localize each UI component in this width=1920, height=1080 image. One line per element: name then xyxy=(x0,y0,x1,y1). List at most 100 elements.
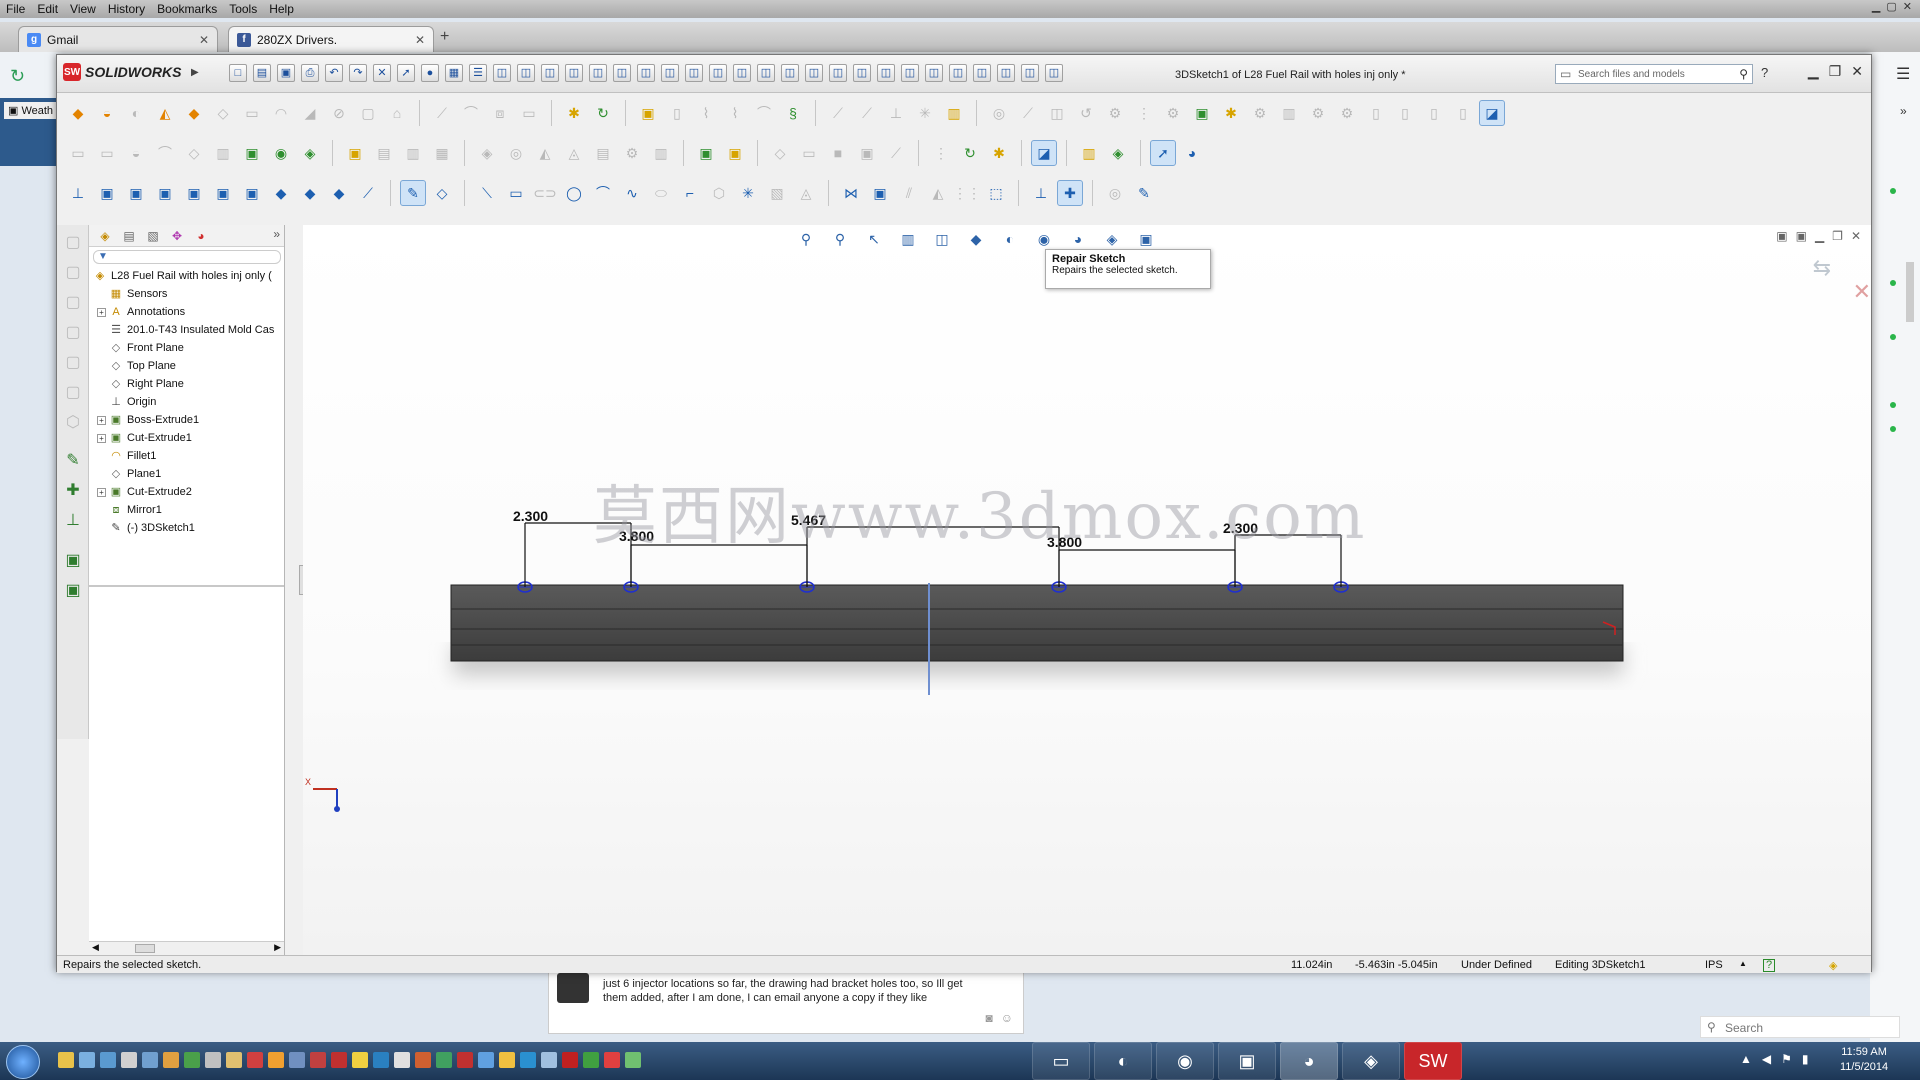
explorer-icon[interactable]: ▭ xyxy=(1032,1042,1090,1080)
quick-launch-icon[interactable] xyxy=(352,1052,368,1068)
expand-icon[interactable]: + xyxy=(97,433,106,443)
convert-entities-icon[interactable]: ▣ xyxy=(867,180,893,206)
tool-icon[interactable]: ▯ xyxy=(1363,100,1389,126)
appearance-icon[interactable]: ◕ xyxy=(1179,140,1205,166)
menu-flyout-icon[interactable]: ▶ xyxy=(191,67,199,78)
view-icon[interactable]: ▣ xyxy=(123,180,149,206)
tree-item-plane1[interactable]: ◇ Plane1 xyxy=(89,465,284,483)
tool-icon[interactable]: ⚙ xyxy=(1305,100,1331,126)
rapid-sketch-icon[interactable]: ✎ xyxy=(1131,180,1157,206)
quick-launch-icon[interactable] xyxy=(583,1052,599,1068)
tool-icon[interactable]: ▤ xyxy=(371,140,397,166)
toolbar-icon[interactable]: ◫ xyxy=(853,64,871,82)
tool-icon[interactable]: ▣ xyxy=(693,140,719,166)
graphics-area[interactable]: ⚲ ⚲ ↖ ▥ ◫ ◆ ◐ ◉ ◕ ◈ ▣ ▣ ▣ ▁ ❐ ✕ Repair S… xyxy=(303,225,1871,955)
redo-icon[interactable]: ↷ xyxy=(349,64,367,82)
tree-item-top-plane[interactable]: ◇ Top Plane xyxy=(89,357,284,375)
view-icon[interactable]: ◆ xyxy=(326,180,352,206)
tool-icon[interactable]: ▥ xyxy=(400,140,426,166)
quick-launch-icon[interactable] xyxy=(394,1052,410,1068)
draft-icon[interactable]: ⌂ xyxy=(384,100,410,126)
strip-icon[interactable]: ⬡ xyxy=(61,411,85,435)
clock[interactable]: 11:59 AM 11/5/2014 xyxy=(1840,1045,1888,1075)
point-icon[interactable]: ✳ xyxy=(912,100,938,126)
toolbar-icon[interactable]: ◫ xyxy=(637,64,655,82)
strip-icon[interactable]: ▢ xyxy=(61,351,85,375)
tool-icon[interactable]: ▣ xyxy=(722,140,748,166)
tool-icon[interactable]: ▭ xyxy=(94,140,120,166)
tree-item-origin[interactable]: ⊥ Origin xyxy=(89,393,284,411)
tool-icon[interactable]: ◈ xyxy=(1105,140,1131,166)
toolbar-icon[interactable]: ◫ xyxy=(805,64,823,82)
toolbar-icon[interactable]: ◫ xyxy=(685,64,703,82)
quick-launch-icon[interactable] xyxy=(520,1052,536,1068)
expand-icon[interactable]: + xyxy=(97,307,106,317)
mate-reference-icon[interactable]: ▥ xyxy=(941,100,967,126)
layer-icon[interactable]: ▣ xyxy=(61,579,85,603)
tree-item-right-plane[interactable]: ◇ Right Plane xyxy=(89,375,284,393)
tool-icon[interactable]: ▣ xyxy=(1189,100,1215,126)
units-selector[interactable]: IPS xyxy=(1705,959,1723,971)
menu-file[interactable]: File xyxy=(6,2,25,16)
quick-launch-icon[interactable] xyxy=(163,1052,179,1068)
print-icon[interactable]: ⎙ xyxy=(301,64,319,82)
options-icon[interactable]: ☰ xyxy=(469,64,487,82)
quick-launch-icon[interactable] xyxy=(415,1052,431,1068)
extruded-cut-icon[interactable]: ◇ xyxy=(210,100,236,126)
quick-launch-icon[interactable] xyxy=(121,1052,137,1068)
maximize-icon[interactable]: ▢ xyxy=(1886,0,1896,13)
open-icon[interactable]: ▤ xyxy=(253,64,271,82)
mirror-icon[interactable]: ⧈ xyxy=(487,100,513,126)
arc-icon[interactable]: ⌒ xyxy=(590,180,616,206)
view-icon[interactable]: ▣ xyxy=(152,180,178,206)
toolbar-icon[interactable]: ◫ xyxy=(493,64,511,82)
tool-icon[interactable]: ⟋ xyxy=(883,140,909,166)
tool-icon[interactable]: ▭ xyxy=(796,140,822,166)
quick-launch-icon[interactable] xyxy=(478,1052,494,1068)
menu-bookmarks[interactable]: Bookmarks xyxy=(157,2,217,16)
pattern-icon[interactable]: ▭ xyxy=(516,100,542,126)
tool-icon[interactable]: ◇ xyxy=(181,140,207,166)
revolve-icon[interactable]: ◒ xyxy=(94,100,120,126)
configuration-manager-tab-icon[interactable]: ▧ xyxy=(143,227,163,245)
tab-280zx[interactable]: f 280ZX Drivers. ✕ xyxy=(228,26,434,52)
normal-to-icon[interactable]: ⟋ xyxy=(355,180,381,206)
tree-item-fillet1[interactable]: ◠ Fillet1 xyxy=(89,447,284,465)
tool-icon[interactable]: ◪ xyxy=(1479,100,1505,126)
scrollbar[interactable] xyxy=(1906,262,1914,322)
shell-icon[interactable]: ▢ xyxy=(355,100,381,126)
feature-manager-tab-icon[interactable]: ◈ xyxy=(95,227,115,245)
dimxpert-tab-icon[interactable]: ✥ xyxy=(167,227,187,245)
tool-icon[interactable]: ◒ xyxy=(123,140,149,166)
tree-item-front-plane[interactable]: ◇ Front Plane xyxy=(89,339,284,357)
tray-arrow-icon[interactable]: ▲ xyxy=(1740,1052,1752,1066)
sw-search-input[interactable]: ▭ Search files and models ⚲ xyxy=(1555,64,1753,84)
toolbar-icon[interactable]: ◫ xyxy=(829,64,847,82)
tool-icon[interactable]: ⚙ xyxy=(1334,100,1360,126)
app-icon[interactable]: ◐ xyxy=(1094,1042,1152,1080)
toolbar-icon[interactable]: ◫ xyxy=(613,64,631,82)
quick-launch-icon[interactable] xyxy=(436,1052,452,1068)
volume-icon[interactable]: ◀ xyxy=(1762,1052,1771,1066)
toolbar-icon[interactable]: ◫ xyxy=(757,64,775,82)
menu-help[interactable]: Help xyxy=(269,2,294,16)
firefox-icon[interactable]: ◕ xyxy=(1280,1042,1338,1080)
reference-triad-icon[interactable]: ⊥ xyxy=(65,180,91,206)
tree-item-cut-extrude2[interactable]: + ▣ Cut-Extrude2 xyxy=(89,483,284,501)
scroll-left-icon[interactable]: ◀ xyxy=(92,942,99,953)
menu-tools[interactable]: Tools xyxy=(229,2,257,16)
quick-launch-icon[interactable] xyxy=(457,1052,473,1068)
toolbar-icon[interactable]: ◫ xyxy=(901,64,919,82)
tab-close-icon[interactable]: ✕ xyxy=(415,33,425,47)
quick-launch-icon[interactable] xyxy=(142,1052,158,1068)
tool-icon[interactable]: ▯ xyxy=(1421,100,1447,126)
tool-icon[interactable]: ▥ xyxy=(210,140,236,166)
tool-icon[interactable]: ▯ xyxy=(1450,100,1476,126)
toolbar-icon[interactable]: ◫ xyxy=(949,64,967,82)
slot-icon[interactable]: ⊂⊃ xyxy=(532,180,558,206)
layer-icon[interactable]: ▣ xyxy=(61,549,85,573)
circle-icon[interactable]: ◯ xyxy=(561,180,587,206)
tree-filter-input[interactable]: ▼ xyxy=(93,250,281,264)
tool-icon[interactable]: ▭ xyxy=(65,140,91,166)
view-icon[interactable]: ▣ xyxy=(181,180,207,206)
